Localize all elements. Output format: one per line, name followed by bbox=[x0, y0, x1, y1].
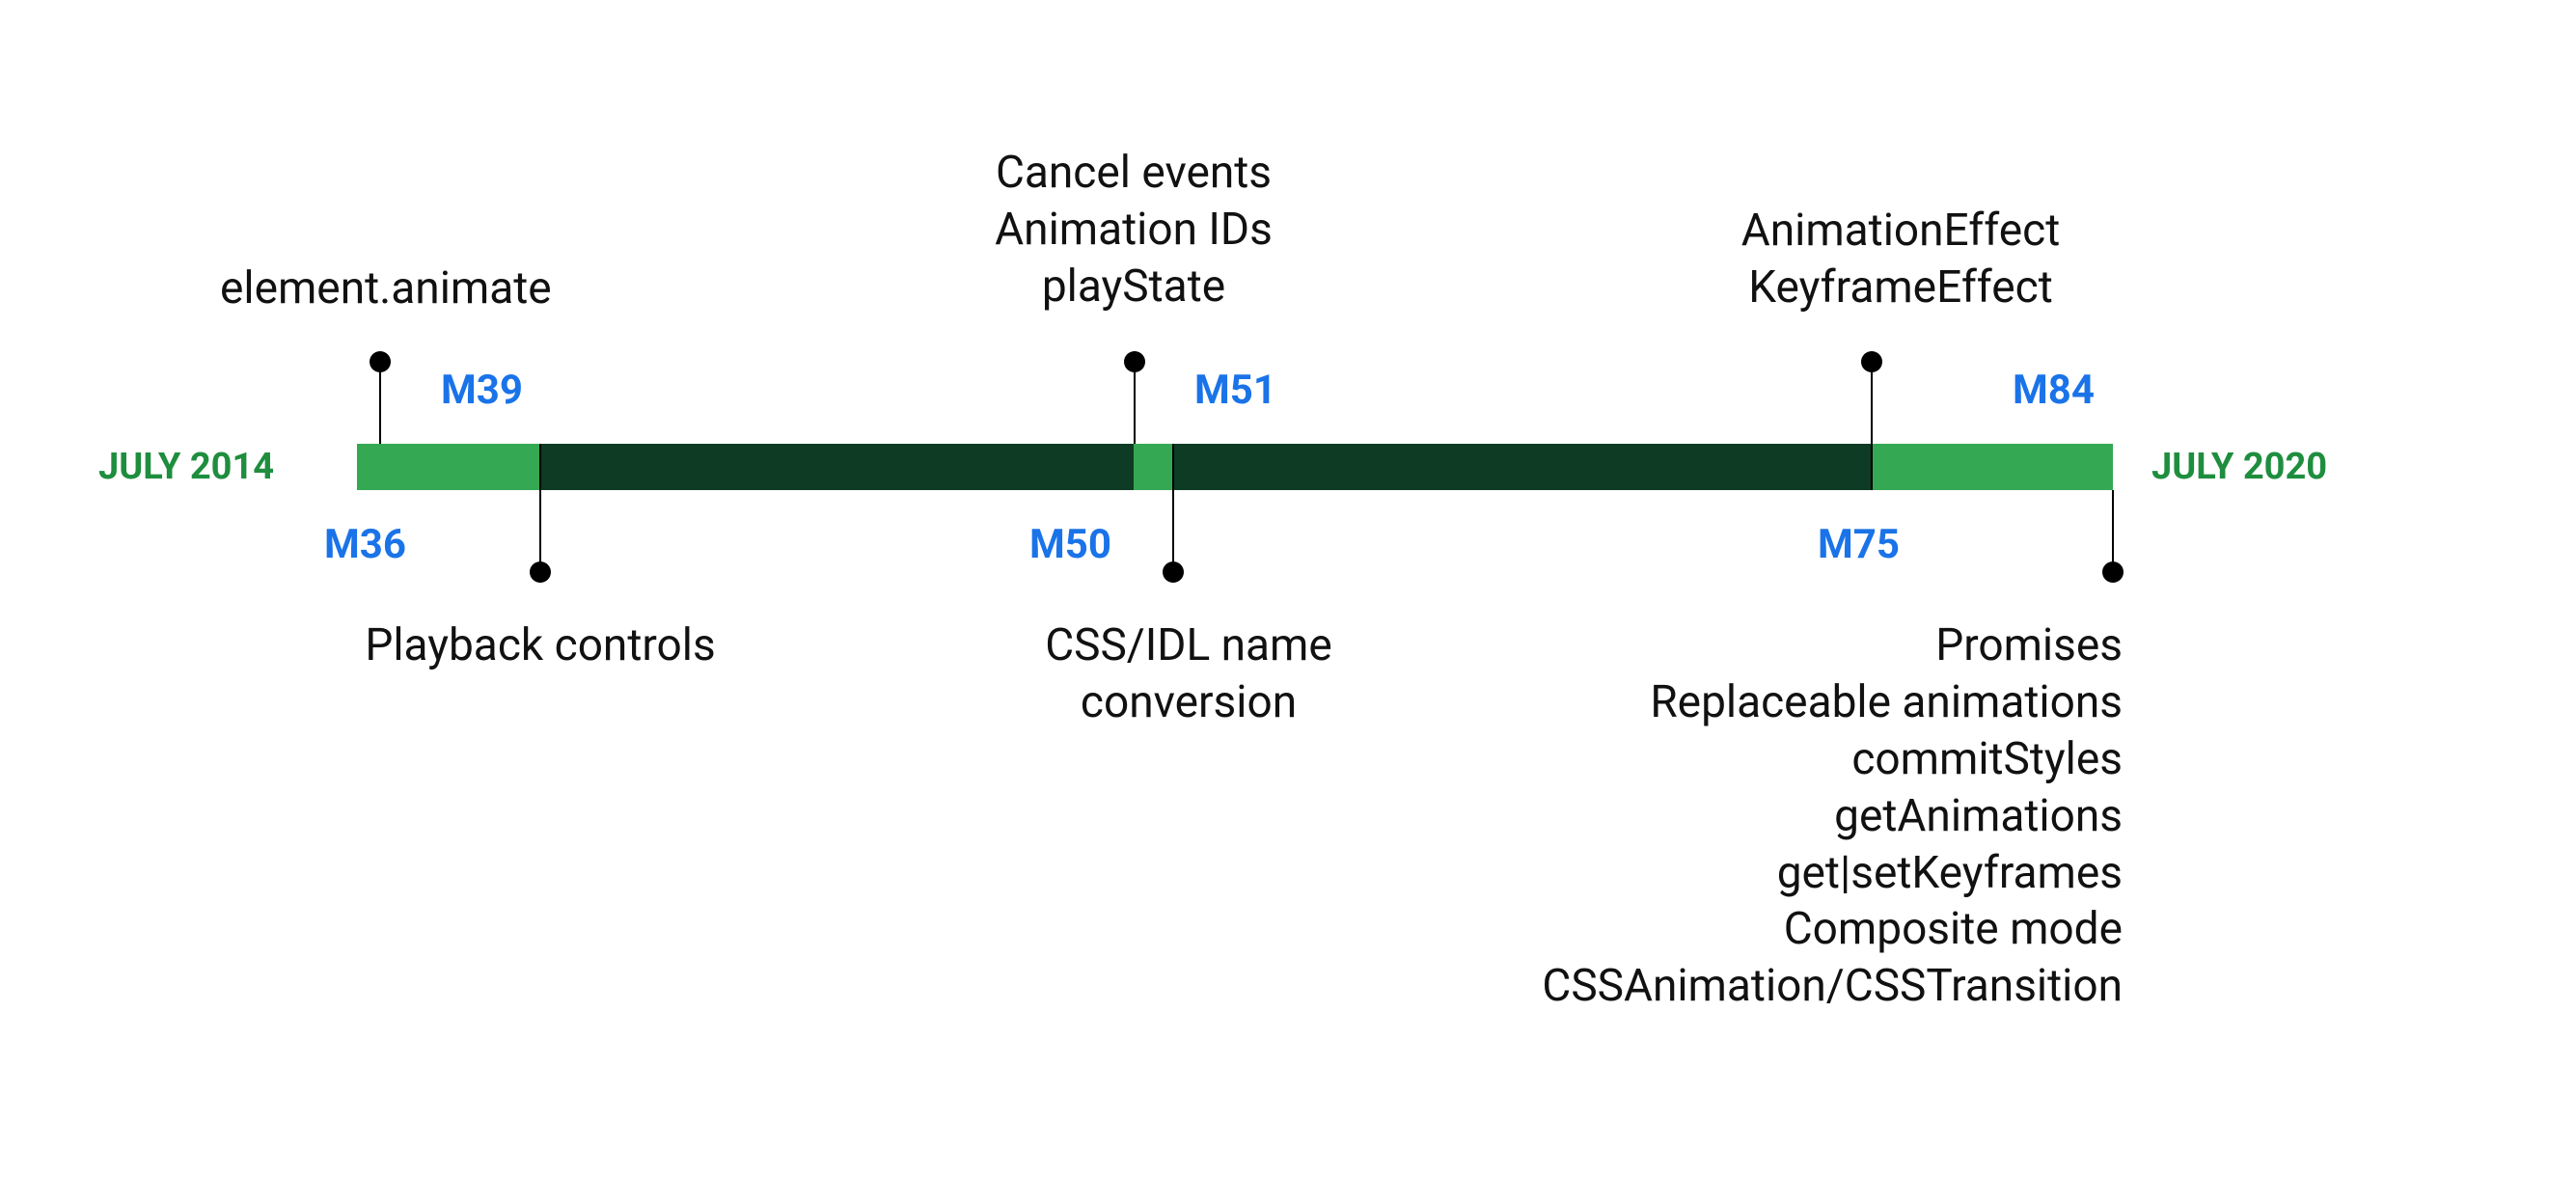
milestone-desc-m84: Promises Replaceable animations commitSt… bbox=[1486, 617, 2123, 1015]
milestone-desc-m75: AnimationEffect KeyframeEffect bbox=[1708, 203, 2094, 316]
timeline-bar-segment-middle bbox=[540, 444, 1872, 490]
milestone-dot-m75 bbox=[1861, 351, 1882, 372]
timeline-tick bbox=[1871, 444, 1873, 490]
timeline-bar-segment-accent bbox=[1134, 444, 1172, 490]
milestone-desc-line: commitStyles bbox=[1486, 731, 2123, 788]
milestone-label-m36: M36 bbox=[324, 521, 406, 568]
milestone-desc-line: conversion bbox=[965, 674, 1412, 731]
milestone-desc-line: Animation IDs bbox=[945, 202, 1322, 259]
timeline-bar-segment-end bbox=[1872, 444, 2113, 490]
milestone-desc-m51: Cancel events Animation IDs playState bbox=[945, 145, 1322, 315]
milestone-desc-line: get|setKeyframes bbox=[1486, 845, 2123, 902]
milestone-label-m39: M39 bbox=[441, 367, 523, 414]
milestone-pin-m84 bbox=[2112, 490, 2114, 572]
milestone-pin-m39 bbox=[539, 490, 541, 572]
milestone-dot-m39 bbox=[530, 561, 551, 583]
milestone-desc-line: Replaceable animations bbox=[1486, 674, 2123, 731]
timeline-bar-segment-start bbox=[357, 444, 540, 490]
milestone-desc-line: CSS/IDL name bbox=[965, 617, 1412, 674]
milestone-desc-line: getAnimations bbox=[1486, 788, 2123, 845]
milestone-dot-m50 bbox=[1163, 561, 1184, 583]
milestone-dot-m36 bbox=[370, 351, 391, 372]
milestone-pin-m36 bbox=[379, 362, 381, 444]
milestone-label-m75: M75 bbox=[1818, 521, 1900, 568]
milestone-desc-line: CSSAnimation/CSSTransition bbox=[1486, 958, 2123, 1015]
milestone-desc-m50: CSS/IDL name conversion bbox=[965, 617, 1412, 731]
milestone-desc-line: playState bbox=[945, 259, 1322, 315]
milestone-dot-m51 bbox=[1124, 351, 1145, 372]
milestone-pin-m51 bbox=[1134, 362, 1136, 444]
milestone-label-m50: M50 bbox=[1029, 521, 1111, 568]
milestone-desc-m36: element.animate bbox=[220, 260, 548, 317]
milestone-desc-line: Composite mode bbox=[1486, 901, 2123, 958]
timeline-tick bbox=[539, 444, 541, 490]
milestone-pin-m75 bbox=[1871, 362, 1873, 444]
milestone-desc-m39: Playback controls bbox=[280, 617, 801, 674]
milestone-pin-m50 bbox=[1172, 490, 1174, 572]
timeline-end-label: JULY 2020 bbox=[2151, 446, 2327, 488]
milestone-label-m51: M51 bbox=[1194, 367, 1276, 414]
milestone-desc-line: KeyframeEffect bbox=[1708, 260, 2094, 316]
milestone-desc-line: AnimationEffect bbox=[1708, 203, 2094, 260]
timeline-start-label: JULY 2014 bbox=[98, 446, 274, 488]
milestone-label-m84: M84 bbox=[2013, 367, 2095, 414]
milestone-dot-m84 bbox=[2102, 561, 2124, 583]
milestone-desc-line: Promises bbox=[1486, 617, 2123, 674]
timeline-tick bbox=[1172, 444, 1174, 490]
milestone-desc-line: Cancel events bbox=[945, 145, 1322, 202]
